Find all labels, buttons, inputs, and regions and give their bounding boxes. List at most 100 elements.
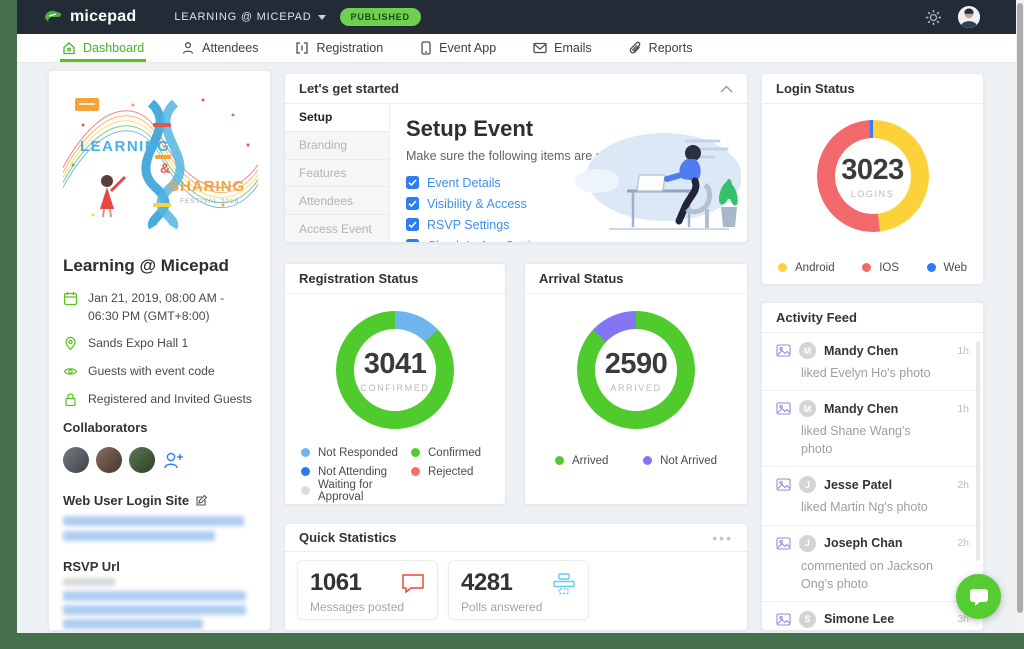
arrived-label: ARRIVED [610, 383, 661, 393]
setup-tab[interactable]: Setup [285, 104, 389, 132]
feed-avatar: S [799, 611, 816, 628]
scrollbar-thumb[interactable] [1017, 3, 1023, 613]
location-pin-icon [63, 336, 78, 351]
web-login-url-redacted[interactable] [63, 531, 215, 541]
event-details: Jan 21, 2019, 08:00 AM - 06:30 PM (GMT+8… [63, 290, 256, 408]
setup-tab[interactable]: Features [285, 160, 389, 188]
setup-illustration [569, 119, 741, 237]
event-location: Sands Expo Hall 1 [63, 335, 256, 353]
envelope-icon [533, 42, 547, 54]
feed-timestamp: 1h [957, 345, 969, 357]
feed-action-text: liked Shane Wang's photo [801, 422, 941, 458]
add-collaborator-icon[interactable] [162, 450, 186, 470]
get-started-title: Let's get started [299, 81, 399, 96]
checklist-link[interactable]: Check-In App Settings [427, 239, 551, 244]
registration-status-card: Registration Status 3041 CONFIRMED Not R… [284, 263, 506, 505]
user-avatar[interactable] [958, 6, 980, 28]
legend-label: Confirmed [428, 447, 481, 459]
arrival-status-title: Arrival Status [539, 271, 624, 286]
legend-item: Rejected [411, 462, 489, 481]
feed-action-text: liked Evelyn Ho's photo [801, 364, 941, 382]
page-scrollbar[interactable] [1016, 0, 1024, 633]
feed-timestamp: 2h [957, 479, 969, 491]
legend-item: Arrived [555, 451, 608, 470]
checked-checkbox-icon[interactable] [406, 197, 419, 210]
poll-bars-icon [552, 573, 576, 595]
legend-label: Arrived [572, 455, 608, 467]
logo-text: micepad [70, 8, 136, 26]
stat-tile-cutoff [448, 630, 589, 631]
tab-attendees[interactable]: Attendees [179, 34, 260, 62]
feed-item[interactable]: S Simone Lee 3h posted a new photo at Da… [762, 602, 983, 631]
collaborator-avatar[interactable] [96, 447, 122, 473]
checklist-link[interactable]: Visibility & Access [427, 197, 527, 211]
checked-checkbox-icon[interactable] [406, 176, 419, 189]
feed-timestamp: 1h [957, 403, 969, 415]
login-donut-chart: 3023 LOGINS [817, 120, 929, 232]
event-summary-card: LEARNING & SHARING FESTIVAL 2018 Learnin… [48, 70, 271, 631]
gear-icon[interactable] [925, 9, 942, 26]
micepad-logo: micepad [43, 8, 136, 26]
legend-item: IOS [862, 258, 899, 277]
rsvp-url-redacted[interactable] [63, 605, 246, 615]
app-window: micepad LEARNING @ MICEPAD PUBLISHED [17, 0, 1016, 633]
legend-label: Android [795, 262, 835, 274]
stat-label: Messages posted [310, 600, 425, 614]
activity-feed-card: Activity Feed M Mandy Chen 1h liked Evel… [761, 302, 984, 631]
rsvp-url-label: RSVP Url [63, 559, 256, 574]
quick-statistics-title: Quick Statistics [299, 530, 397, 545]
setup-tab[interactable]: Branding [285, 132, 389, 160]
collaborator-avatar[interactable] [129, 447, 155, 473]
feed-item[interactable]: M Mandy Chen 1h liked Evelyn Ho's photo [762, 333, 983, 391]
event-location-text: Sands Expo Hall 1 [88, 335, 188, 353]
checklist-link[interactable]: RSVP Settings [427, 218, 509, 232]
arrival-status-card: Arrival Status 2590 ARRIVED ArrivedNot A… [524, 263, 748, 505]
tab-event-app[interactable]: Event App [418, 34, 498, 62]
feed-scrollbar[interactable] [976, 341, 980, 561]
arrival-donut-chart: 2590 ARRIVED [577, 311, 695, 429]
login-legend: Android IOS Web [762, 232, 983, 277]
logins-count: 3023 [841, 154, 904, 187]
checked-checkbox-icon[interactable] [406, 239, 419, 243]
legend-item: Waiting for Approval [301, 481, 411, 500]
event-selector[interactable]: LEARNING @ MICEPAD [174, 11, 325, 23]
legend-item: Web [927, 258, 967, 277]
activity-feed-title: Activity Feed [776, 310, 857, 325]
setup-tab[interactable]: Attendees [285, 187, 389, 215]
chat-widget-button[interactable] [956, 574, 1001, 619]
feed-item[interactable]: J Jesse Patel 2h liked Martin Ng's photo [762, 467, 983, 525]
micepad-logo-icon [43, 8, 63, 26]
more-menu-icon[interactable]: ••• [712, 533, 733, 543]
feed-item[interactable]: J Joseph Chan 2h commented on Jackson On… [762, 526, 983, 602]
checklist-link[interactable]: Event Details [427, 176, 501, 190]
event-access-text: Registered and Invited Guests [88, 391, 252, 409]
event-access: Registered and Invited Guests [63, 391, 256, 409]
feed-user-name: Jesse Patel [824, 478, 892, 492]
edit-icon[interactable] [195, 494, 208, 507]
nav-tabs: Dashboard Attendees Registration Event A… [17, 34, 1016, 63]
tab-label: Dashboard [83, 41, 144, 55]
legend-dot [862, 263, 871, 272]
legend-label: Rejected [428, 466, 473, 478]
home-icon [62, 41, 76, 55]
collapse-chevron-icon[interactable] [720, 85, 733, 93]
rsvp-url-redacted[interactable] [63, 591, 246, 601]
get-started-card: Let's get started SetupBrandingFeaturesA… [284, 73, 748, 243]
photo-icon [776, 613, 791, 626]
tab-emails[interactable]: Emails [531, 34, 594, 62]
tab-registration[interactable]: Registration [293, 34, 385, 62]
rsvp-url-redacted[interactable] [63, 619, 203, 629]
photo-icon [776, 537, 791, 550]
person-icon [181, 41, 195, 55]
setup-tab[interactable]: Access Event [285, 215, 389, 243]
collaborator-avatar[interactable] [63, 447, 89, 473]
web-login-url-redacted[interactable] [63, 516, 244, 526]
checked-checkbox-icon[interactable] [406, 218, 419, 231]
feed-item[interactable]: M Mandy Chen 1h liked Shane Wang's photo [762, 391, 983, 467]
feed-action-text: liked Martin Ng's photo [801, 498, 941, 516]
tab-reports[interactable]: Reports [627, 34, 695, 62]
tab-dashboard[interactable]: Dashboard [60, 34, 146, 62]
feed-user-name: Simone Lee [824, 612, 894, 626]
logins-label: LOGINS [851, 189, 895, 199]
confirmed-count: 3041 [364, 348, 427, 381]
